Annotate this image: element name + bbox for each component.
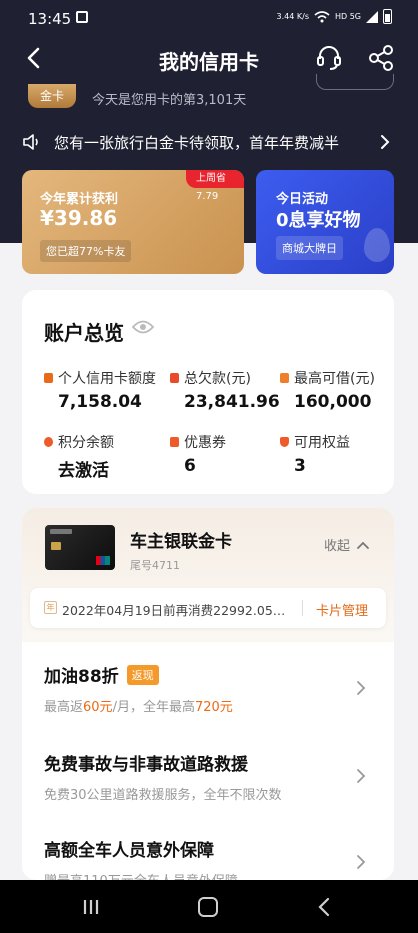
status-right: 3.44 K/s HD 5G xyxy=(277,9,392,24)
chevron-right-icon xyxy=(357,681,366,695)
benefit-subtitle: 最高返60元/月，全年最高720元 xyxy=(44,696,233,715)
speaker-icon xyxy=(23,134,38,150)
annual-fee-bar: 年 2022年04月19日前再消费22992.05元，可免年费 卡片管理 xyxy=(30,588,386,628)
customer-service-icon[interactable] xyxy=(314,43,344,73)
yearly-profit-card[interactable]: 今年累计获利 ¥39.86 您已超77%卡友 上周省7.79 xyxy=(22,170,244,274)
chevron-right-icon xyxy=(357,769,366,783)
subtitle-part: 最高返 xyxy=(44,700,84,715)
divider xyxy=(302,600,303,616)
eye-icon[interactable] xyxy=(132,319,154,335)
today-activity-label: 今日活动 xyxy=(276,192,329,207)
card-name: 车主银联金卡 xyxy=(130,532,232,552)
battery-icon xyxy=(383,9,392,24)
chevron-right-icon xyxy=(381,135,390,149)
stat-value: 160,000 xyxy=(294,392,372,412)
status-bar: 13:45 3.44 K/s HD 5G xyxy=(0,0,418,34)
yearly-profit-tag: 您已超77%卡友 xyxy=(40,240,132,262)
stat-label: 可用权益 xyxy=(294,435,350,451)
net-speed: 3.44 K/s xyxy=(276,12,309,21)
benefit-title: 加油88折 xyxy=(44,667,119,687)
bank-logo-icon xyxy=(50,529,72,534)
stat-benefits[interactable]: 可用权益 3 xyxy=(280,432,400,476)
money-bag-icon xyxy=(280,373,289,383)
benefit-fuel-discount[interactable]: 加油88折 返现 最高返60元/月，全年最高720元 xyxy=(22,662,394,750)
system-nav-bar xyxy=(0,880,418,933)
card-days-text: 今天是您用卡的第3,101天 xyxy=(92,93,247,108)
benefit-subtitle: 免费30公里道路救援服务，全年不限次数 xyxy=(44,788,282,803)
cashback-badge: 返现 xyxy=(126,664,159,685)
collapse-label: 收起 xyxy=(324,539,351,554)
chevron-up-icon xyxy=(357,541,369,549)
membership-badge: 金卡 xyxy=(28,84,76,108)
stat-label: 积分余额 xyxy=(58,435,114,451)
chevron-right-icon xyxy=(357,855,366,869)
subtitle-part: /月，全年最高 xyxy=(112,700,195,715)
benefit-title: 免费事故与非事故道路救援 xyxy=(44,755,248,775)
share-icon[interactable] xyxy=(366,43,396,73)
diamond-icon xyxy=(280,437,289,447)
unionpay-icon xyxy=(96,556,110,565)
overview-title: 账户总览 xyxy=(44,321,124,345)
stat-points[interactable]: 积分余额 去激活 xyxy=(44,432,164,481)
card-manage-link[interactable]: 卡片管理 xyxy=(316,600,368,619)
page-title: 我的信用卡 xyxy=(159,50,259,74)
credit-limit-icon xyxy=(44,373,53,383)
stat-credit-limit[interactable]: 个人信用卡额度 7,158.04 xyxy=(44,368,164,412)
status-time: 13:45 xyxy=(28,10,72,28)
nav-bar: 我的信用卡 xyxy=(0,38,418,78)
benefit-title: 高额全车人员意外保障 xyxy=(44,841,214,861)
stat-label: 最高可借(元) xyxy=(294,371,375,387)
today-activity-card[interactable]: 今日活动 0息享好物 商城大牌日 xyxy=(256,170,394,274)
stat-coupons[interactable]: 优惠券 6 xyxy=(170,432,290,476)
benefit-road-rescue[interactable]: 免费事故与非事故道路救援 免费30公里道路救援服务，全年不限次数 xyxy=(22,750,394,838)
points-icon xyxy=(44,437,53,447)
notification-icon xyxy=(76,11,88,23)
home-icon[interactable] xyxy=(198,897,218,917)
stat-max-borrow[interactable]: 最高可借(元) 160,000 xyxy=(280,368,400,412)
yearly-profit-value: ¥39.86 xyxy=(40,206,118,230)
car-card-section: 车主银联金卡 尾号4711 收起 年 2022年04月19日前再消费22992.… xyxy=(22,508,394,880)
benefit-subtitle: 赠最高110万元全车人员意外保障 xyxy=(44,870,238,880)
today-activity-tag: 商城大牌日 xyxy=(276,236,343,260)
collapse-button[interactable]: 收起 xyxy=(324,535,370,554)
system-back-icon[interactable] xyxy=(318,897,330,917)
benefit-accident-insurance[interactable]: 高额全车人员意外保障 赠最高110万元全车人员意外保障 xyxy=(22,836,394,880)
signal-icon xyxy=(366,10,378,23)
card-tail-number: 尾号4711 xyxy=(130,559,180,572)
coupon-icon xyxy=(170,437,179,447)
stat-label: 个人信用卡额度 xyxy=(58,371,156,387)
weekly-saving-badge: 上周省7.79 xyxy=(186,170,244,202)
today-activity-value: 0息享好物 xyxy=(276,210,361,231)
subtitle-highlight: 720元 xyxy=(194,700,233,715)
recent-apps-icon[interactable] xyxy=(82,898,100,916)
stat-label: 优惠券 xyxy=(184,435,226,451)
calendar-icon: 年 xyxy=(44,601,57,614)
card-thumbnail[interactable] xyxy=(45,525,115,570)
notice-bar[interactable]: 您有一张旅行白金卡待领取，首年年费减半 xyxy=(0,124,418,160)
subtitle-highlight: 60元 xyxy=(83,700,113,715)
header-pill[interactable] xyxy=(316,74,394,90)
stat-value: 3 xyxy=(294,456,306,476)
annual-fee-text: 2022年04月19日前再消费22992.05元，可免年费 xyxy=(62,603,294,618)
notice-text: 您有一张旅行白金卡待领取，首年年费减半 xyxy=(54,134,340,152)
stat-value: 去激活 xyxy=(58,461,109,481)
chip-icon xyxy=(51,542,61,550)
network-type: HD 5G xyxy=(334,12,361,21)
stat-value: 6 xyxy=(184,456,196,476)
car-card-header: 车主银联金卡 尾号4711 收起 年 2022年04月19日前再消费22992.… xyxy=(22,508,394,642)
stat-value: 23,841.96 xyxy=(184,392,280,412)
bookmark-icon xyxy=(170,373,179,383)
stat-total-debt[interactable]: 总欠款(元) 23,841.96 xyxy=(170,368,290,412)
decor-drop-icon xyxy=(364,228,390,262)
wifi-icon xyxy=(314,10,330,22)
stat-value: 7,158.04 xyxy=(58,392,142,412)
account-overview-card: 账户总览 个人信用卡额度 7,158.04 总欠款(元) 23,841.96 最… xyxy=(22,290,394,494)
yearly-profit-label: 今年累计获利 xyxy=(40,192,119,207)
stat-label: 总欠款(元) xyxy=(184,371,251,387)
